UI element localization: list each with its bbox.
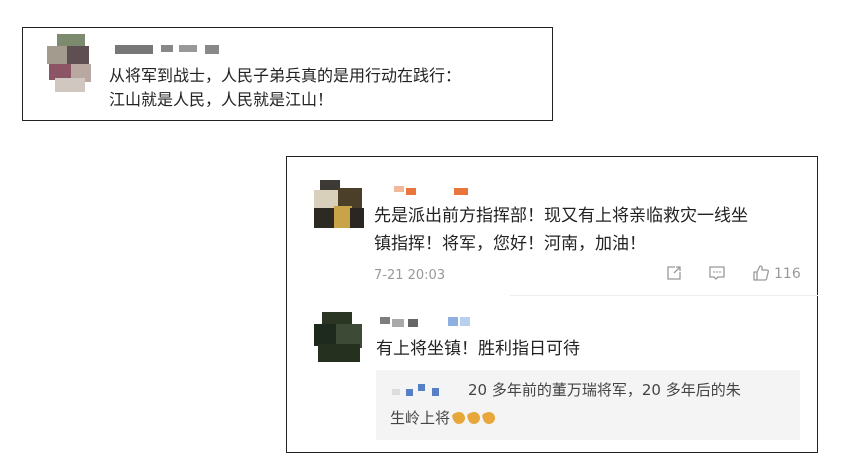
username[interactable] [380,314,480,327]
quoted-text-line-2: 生岭上将 [390,408,497,428]
post-text-line-1: 先是派出前方指挥部！现又有上将亲临救灾一线坐 [374,206,748,226]
comment-text-line-1: 从将军到战士，人民子弟兵真的是用行动在践行： [109,66,462,85]
comment-icon[interactable] [708,265,726,281]
avatar[interactable] [314,180,364,230]
timestamp: 7-21 20:03 [374,268,446,283]
username[interactable] [394,184,474,196]
quoted-text-line-2-text: 生岭上将 [390,409,451,427]
quoted-reply[interactable]: 20 多年前的董万瑞将军，20 多年后的朱 生岭上将 [376,370,800,440]
post-text-line-2: 镇指挥！将军，您好！河南，加油！ [374,234,646,254]
comment-text-line-2: 江山就是人民，人民就是江山！ [109,90,334,109]
flexed-biceps-emoji [451,410,467,426]
username[interactable] [115,42,225,54]
flexed-biceps-emoji [481,410,497,426]
avatar[interactable] [47,34,95,92]
flexed-biceps-emoji [466,410,482,426]
like-icon[interactable] [752,264,770,282]
avatar[interactable] [314,312,364,362]
share-icon[interactable] [666,265,682,281]
username[interactable] [392,383,462,397]
like-count: 116 [774,266,801,282]
reply-text: 有上将坐镇！胜利指日可待 [376,339,580,359]
divider [510,295,818,296]
comment-card-1: 从将军到战士，人民子弟兵真的是用行动在践行： 江山就是人民，人民就是江山！ [22,27,553,121]
quoted-text-line-1: 20 多年前的董万瑞将军，20 多年后的朱 [468,381,741,399]
